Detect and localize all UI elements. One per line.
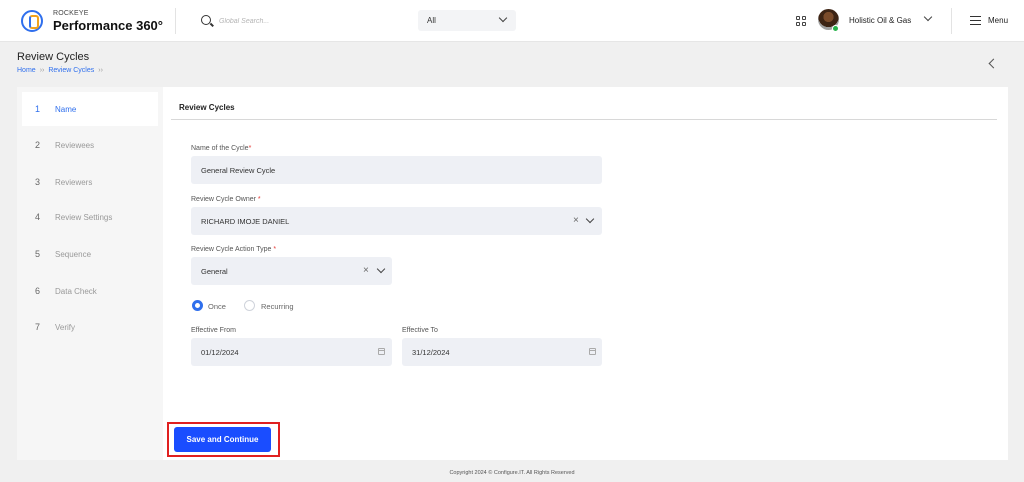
step-label: Reviewers — [55, 178, 93, 187]
steps-sidebar: 1 Name 2 Reviewees 3 Reviewers 4 Review … — [17, 87, 163, 460]
effective-to-value: 31/12/2024 — [412, 348, 450, 357]
organization-name[interactable]: Holistic Oil & Gas — [849, 16, 911, 25]
step-number: 6 — [35, 286, 41, 296]
chevron-down-icon[interactable] — [376, 264, 386, 274]
action-type-label: Review Cycle Action Type * — [191, 246, 277, 253]
brand-top-label: ROCKEYE — [53, 10, 89, 17]
step-sequence[interactable]: 5 Sequence — [22, 237, 158, 271]
step-reviewees[interactable]: 2 Reviewees — [22, 128, 158, 162]
step-reviewers[interactable]: 3 Reviewers — [22, 165, 158, 199]
radio-once-label[interactable]: Once — [208, 302, 226, 311]
section-title: Review Cycles — [179, 103, 235, 112]
step-label: Review Settings — [55, 213, 113, 222]
search-icon — [201, 15, 211, 25]
cycle-owner-select[interactable]: RICHARD IMOJE DANIEL × — [191, 207, 602, 235]
step-number: 4 — [35, 212, 41, 222]
effective-to-date-input[interactable]: 31/12/2024 — [402, 338, 602, 366]
chevron-down-icon[interactable] — [923, 12, 933, 22]
apps-grid-icon[interactable] — [796, 16, 806, 26]
divider — [175, 8, 176, 34]
effective-from-date-input[interactable]: 01/12/2024 — [191, 338, 392, 366]
radio-recurring[interactable] — [244, 300, 255, 311]
cycle-owner-label: Review Cycle Owner * — [191, 196, 261, 203]
radio-once[interactable] — [192, 300, 203, 311]
search-scope-select[interactable]: All — [418, 10, 516, 31]
required-marker: * — [273, 246, 277, 253]
step-label: Data Check — [55, 287, 97, 296]
footer-copyright: Copyright 2024 © Configure.IT. All Right… — [449, 470, 575, 476]
step-label: Sequence — [55, 250, 92, 259]
effective-from-value: 01/12/2024 — [201, 348, 239, 357]
save-and-continue-button[interactable]: Save and Continue — [174, 427, 271, 452]
action-type-value: General — [201, 267, 228, 276]
clear-icon[interactable]: × — [573, 216, 579, 226]
effective-from-label: Effective From — [191, 327, 236, 334]
brand-name[interactable]: Performance 360° — [53, 18, 163, 33]
cycle-owner-value: RICHARD IMOJE DANIEL — [201, 217, 290, 226]
divider — [951, 8, 952, 34]
step-label: Name — [55, 105, 77, 114]
search-scope-value: All — [427, 16, 436, 25]
chevron-left-icon[interactable] — [988, 58, 999, 69]
step-verify[interactable]: 7 Verify — [22, 310, 158, 344]
cycle-name-input[interactable]: General Review Cycle — [191, 156, 602, 184]
search-input[interactable] — [219, 13, 399, 29]
cycle-name-value: General Review Cycle — [201, 166, 276, 175]
breadcrumb-review-cycles[interactable]: Review Cycles — [48, 67, 94, 74]
step-number: 3 — [35, 177, 41, 187]
main-panel — [17, 87, 1008, 460]
top-bar: ROCKEYE Performance 360° All Holistic Oi… — [0, 0, 1024, 42]
step-number: 2 — [35, 140, 41, 150]
chevron-down-icon — [498, 13, 508, 23]
logo-icon[interactable] — [21, 10, 43, 32]
clear-icon[interactable]: × — [363, 266, 369, 276]
cycle-name-label: Name of the Cycle* — [191, 145, 252, 152]
step-label: Reviewees — [55, 141, 95, 150]
step-number: 7 — [35, 322, 41, 332]
required-marker: * — [248, 145, 252, 152]
calendar-icon[interactable] — [378, 348, 385, 355]
divider — [171, 119, 997, 120]
online-status-dot — [832, 25, 839, 32]
step-review-settings[interactable]: 4 Review Settings — [22, 200, 158, 234]
page-title: Review Cycles — [17, 51, 90, 63]
step-number: 5 — [35, 249, 41, 259]
calendar-icon[interactable] — [589, 348, 596, 355]
radio-recurring-label[interactable]: Recurring — [261, 302, 294, 311]
step-data-check[interactable]: 6 Data Check — [22, 274, 158, 308]
step-number: 1 — [35, 104, 41, 114]
required-marker: * — [257, 196, 261, 203]
chevron-down-icon[interactable] — [585, 214, 595, 224]
breadcrumb-home[interactable]: Home — [17, 67, 36, 74]
breadcrumb: Home ›› Review Cycles ›› — [17, 67, 103, 74]
step-name[interactable]: 1 Name — [22, 92, 158, 126]
step-label: Verify — [55, 323, 76, 332]
effective-to-label: Effective To — [402, 327, 438, 334]
action-type-select[interactable]: General × — [191, 257, 392, 285]
menu-button-label[interactable]: Menu — [988, 16, 1008, 25]
hamburger-icon[interactable] — [970, 16, 981, 25]
